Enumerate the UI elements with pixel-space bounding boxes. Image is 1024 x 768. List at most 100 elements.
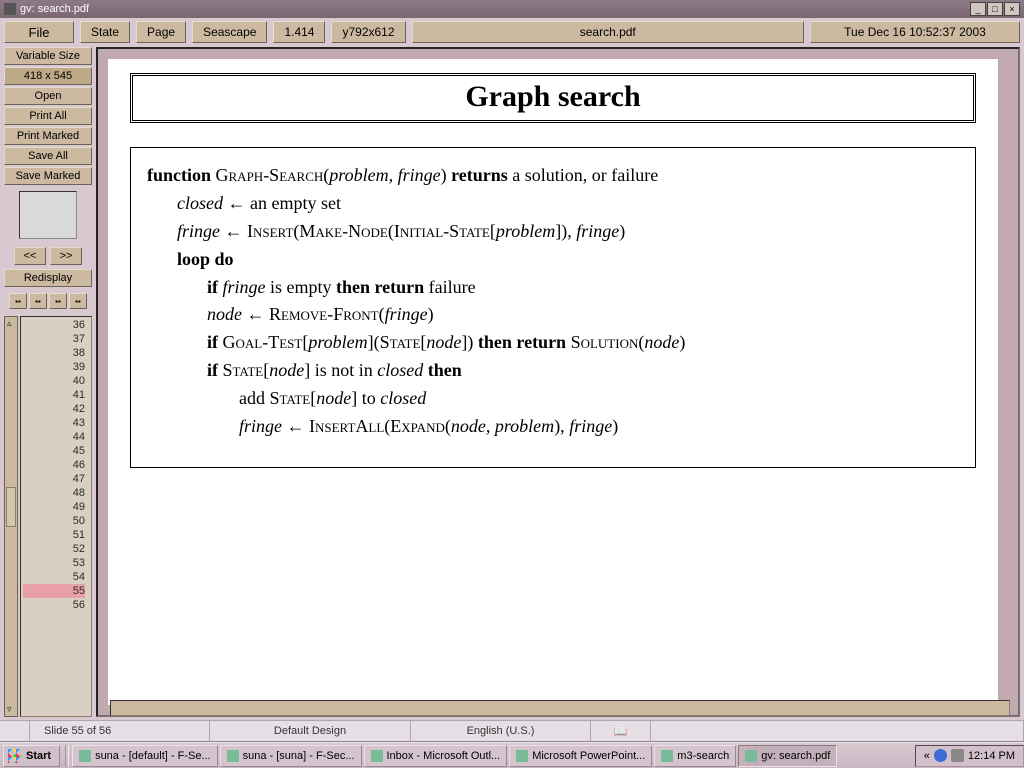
minimize-button[interactable]: _ <box>970 2 986 16</box>
ppt-scrollbar[interactable] <box>651 721 1024 741</box>
scroll-up-icon[interactable]: ▵ <box>7 318 12 329</box>
t: State <box>270 388 311 408</box>
page-number-item[interactable]: 45 <box>23 444 85 458</box>
taskbar-item[interactable]: gv: search.pdf <box>738 745 837 767</box>
taskbar: Start suna - [default] - F-Se...suna - [… <box>0 742 1024 768</box>
t: ) <box>679 332 685 352</box>
view-mode-3[interactable]: ▪▪ <box>49 293 67 309</box>
page-number-list[interactable]: 3637383940414243444546474849505152535455… <box>20 316 92 717</box>
design-name[interactable]: Default Design <box>210 721 411 741</box>
t: add <box>239 388 270 408</box>
page-number-item[interactable]: 43 <box>23 416 85 430</box>
page-number-item[interactable]: 46 <box>23 458 85 472</box>
save-marked-button[interactable]: Save Marked <box>4 167 92 185</box>
t: node <box>426 332 461 352</box>
state-menu[interactable]: State <box>80 21 130 43</box>
view-mode-1[interactable]: ▪▪ <box>9 293 27 309</box>
page-number-item[interactable]: 38 <box>23 346 85 360</box>
page-number-item[interactable]: 52 <box>23 542 85 556</box>
taskbar-item[interactable]: Inbox - Microsoft Outl... <box>364 745 508 767</box>
t: node <box>316 388 351 408</box>
t: ]), <box>555 221 576 241</box>
page-menu[interactable]: Page <box>136 21 186 43</box>
t: then return <box>336 277 424 297</box>
file-menu[interactable]: File <box>4 21 74 43</box>
redisplay-button[interactable]: Redisplay <box>4 269 92 287</box>
language-display[interactable]: English (U.S.) <box>411 721 591 741</box>
taskbar-item-label: Inbox - Microsoft Outl... <box>387 750 501 762</box>
bbox-display[interactable]: y792x612 <box>331 21 405 43</box>
t: ) <box>612 416 618 436</box>
page-number-item[interactable]: 39 <box>23 360 85 374</box>
slide-counter: Slide 55 of 56 <box>30 721 210 741</box>
gv-horizontal-scrollbar[interactable] <box>110 700 1010 716</box>
view-mode-4[interactable]: ▪▪ <box>69 293 87 309</box>
prev-page-button[interactable]: << <box>14 247 46 265</box>
page-number-item[interactable]: 40 <box>23 374 85 388</box>
app-icon <box>4 3 16 15</box>
print-marked-button[interactable]: Print Marked <box>4 127 92 145</box>
next-page-button[interactable]: >> <box>50 247 82 265</box>
page-number-item[interactable]: 47 <box>23 472 85 486</box>
page-number-item[interactable]: 42 <box>23 402 85 416</box>
page-number-item[interactable]: 55 <box>23 584 85 598</box>
page-thumbnail[interactable] <box>19 191 77 239</box>
t: if <box>207 277 223 297</box>
t: Initial-State <box>394 221 490 241</box>
kw-returns: returns <box>451 165 508 185</box>
open-button[interactable]: Open <box>4 87 92 105</box>
clock[interactable]: 12:14 PM <box>968 750 1015 762</box>
ppt-view-icon[interactable] <box>0 721 30 741</box>
t: ) <box>441 165 447 185</box>
page-number-item[interactable]: 44 <box>23 430 85 444</box>
t: ]( <box>368 332 380 352</box>
page-number-item[interactable]: 56 <box>23 598 85 612</box>
page-number-item[interactable]: 51 <box>23 528 85 542</box>
save-all-button[interactable]: Save All <box>4 147 92 165</box>
tray-icon-1[interactable] <box>934 749 947 762</box>
t: ) <box>619 221 625 241</box>
page-number-item[interactable]: 41 <box>23 388 85 402</box>
tray-expand-button[interactable]: « <box>924 750 930 762</box>
page-number-item[interactable]: 49 <box>23 500 85 514</box>
tray-icon-2[interactable] <box>951 749 964 762</box>
document-name[interactable]: search.pdf <box>412 21 804 43</box>
maximize-button[interactable]: □ <box>987 2 1003 16</box>
document-page: Graph search function Graph-Search(probl… <box>108 59 998 705</box>
scroll-thumb[interactable] <box>6 487 16 527</box>
app-titlebar: gv: search.pdf _ □ × <box>0 0 1024 18</box>
scroll-down-icon[interactable]: ▿ <box>7 704 12 715</box>
taskbar-separator <box>65 745 69 767</box>
page-list-scrollbar[interactable]: ▵ ▿ <box>4 316 18 717</box>
document-viewport[interactable]: Graph search function Graph-Search(probl… <box>96 47 1020 717</box>
taskbar-item[interactable]: suna - [suna] - F-Sec... <box>220 745 362 767</box>
view-mode-2[interactable]: ▪▪ <box>29 293 47 309</box>
t: Expand <box>390 416 445 436</box>
page-number-item[interactable]: 48 <box>23 486 85 500</box>
t: InsertAll <box>309 416 384 436</box>
taskbar-item[interactable]: m3-search <box>654 745 736 767</box>
app-icon <box>745 750 757 762</box>
t: is empty <box>266 277 337 297</box>
gv-window: File State Page Seascape 1.414 y792x612 … <box>0 18 1024 721</box>
start-button[interactable]: Start <box>3 745 60 767</box>
page-number-item[interactable]: 53 <box>23 556 85 570</box>
page-number-item[interactable]: 50 <box>23 514 85 528</box>
taskbar-item-label: Microsoft PowerPoint... <box>532 750 645 762</box>
app-icon <box>371 750 383 762</box>
orientation-menu[interactable]: Seascape <box>192 21 267 43</box>
taskbar-item[interactable]: suna - [default] - F-Se... <box>72 745 218 767</box>
dimensions-display[interactable]: 418 x 545 <box>4 67 92 85</box>
variable-size-button[interactable]: Variable Size <box>4 47 92 65</box>
print-all-button[interactable]: Print All <box>4 107 92 125</box>
t: if <box>207 360 223 380</box>
page-number-item[interactable]: 36 <box>23 318 85 332</box>
close-button[interactable]: × <box>1004 2 1020 16</box>
zoom-display[interactable]: 1.414 <box>273 21 325 43</box>
taskbar-item[interactable]: Microsoft PowerPoint... <box>509 745 652 767</box>
t: State <box>223 360 264 380</box>
page-number-item[interactable]: 37 <box>23 332 85 346</box>
page-number-item[interactable]: 54 <box>23 570 85 584</box>
t: ← <box>220 221 247 241</box>
spellcheck-icon[interactable]: 📖 <box>591 721 651 741</box>
